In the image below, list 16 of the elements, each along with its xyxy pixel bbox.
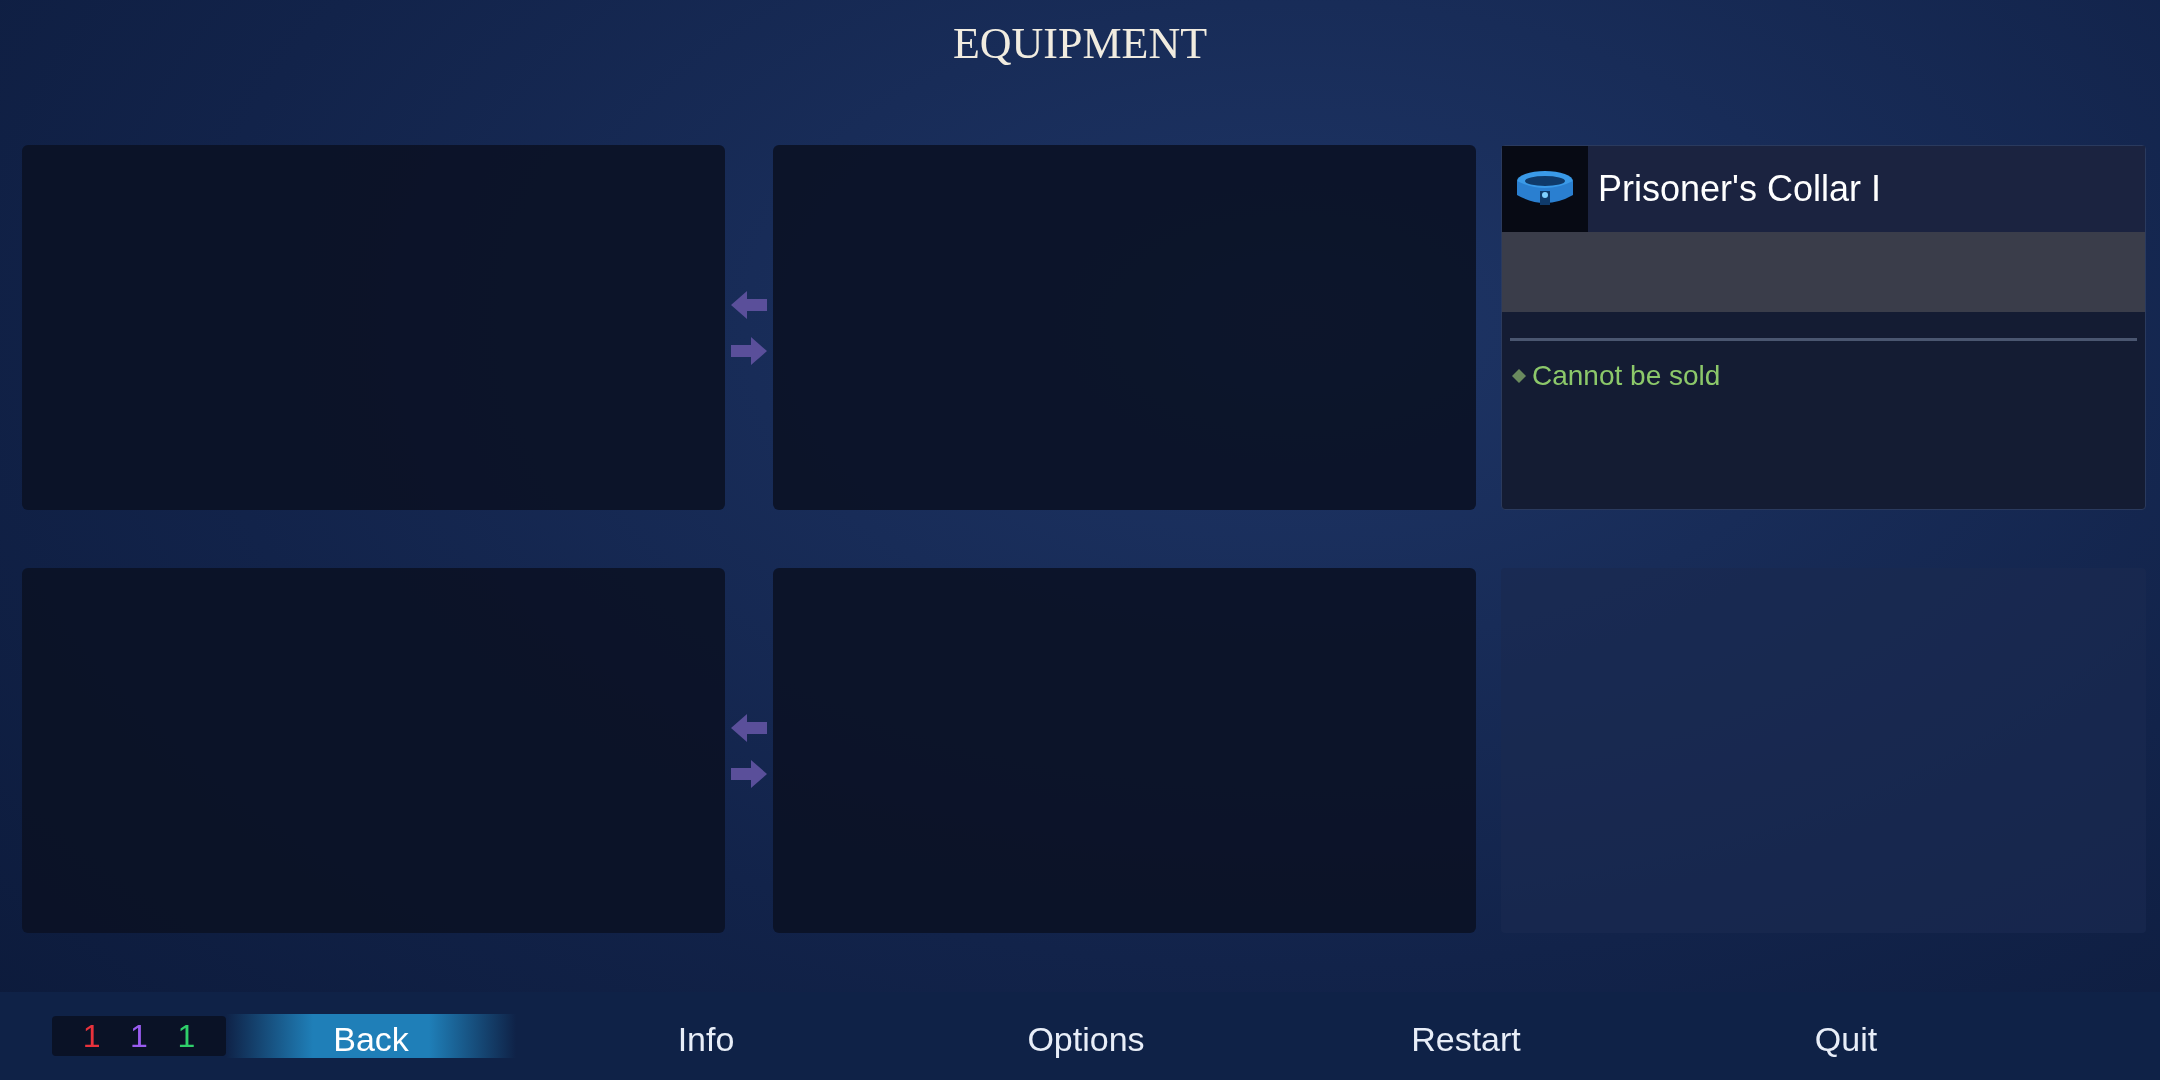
menu-button[interactable]: Options	[896, 1014, 1276, 1058]
item-note: Cannot be sold	[1532, 359, 1721, 393]
menu-button[interactable]: Back	[226, 1014, 516, 1058]
equipment-slot[interactable]	[22, 568, 725, 933]
item-name: Prisoner's Collar I	[1598, 167, 1881, 211]
counter-value: 1	[177, 1017, 196, 1056]
counter-value: 1	[130, 1017, 148, 1056]
diamond-icon	[1512, 369, 1526, 383]
equipment-slot[interactable]	[22, 145, 725, 510]
equipment-slot[interactable]	[773, 568, 1476, 933]
screen-title: EQUIPMENT	[952, 18, 1208, 70]
menu-button[interactable]: Quit	[1656, 1014, 2036, 1058]
counter-value: 1	[82, 1017, 101, 1056]
equipment-slot[interactable]	[773, 145, 1476, 510]
menu-button[interactable]: Restart	[1276, 1014, 1656, 1058]
menu-button[interactable]: Info	[516, 1014, 896, 1058]
